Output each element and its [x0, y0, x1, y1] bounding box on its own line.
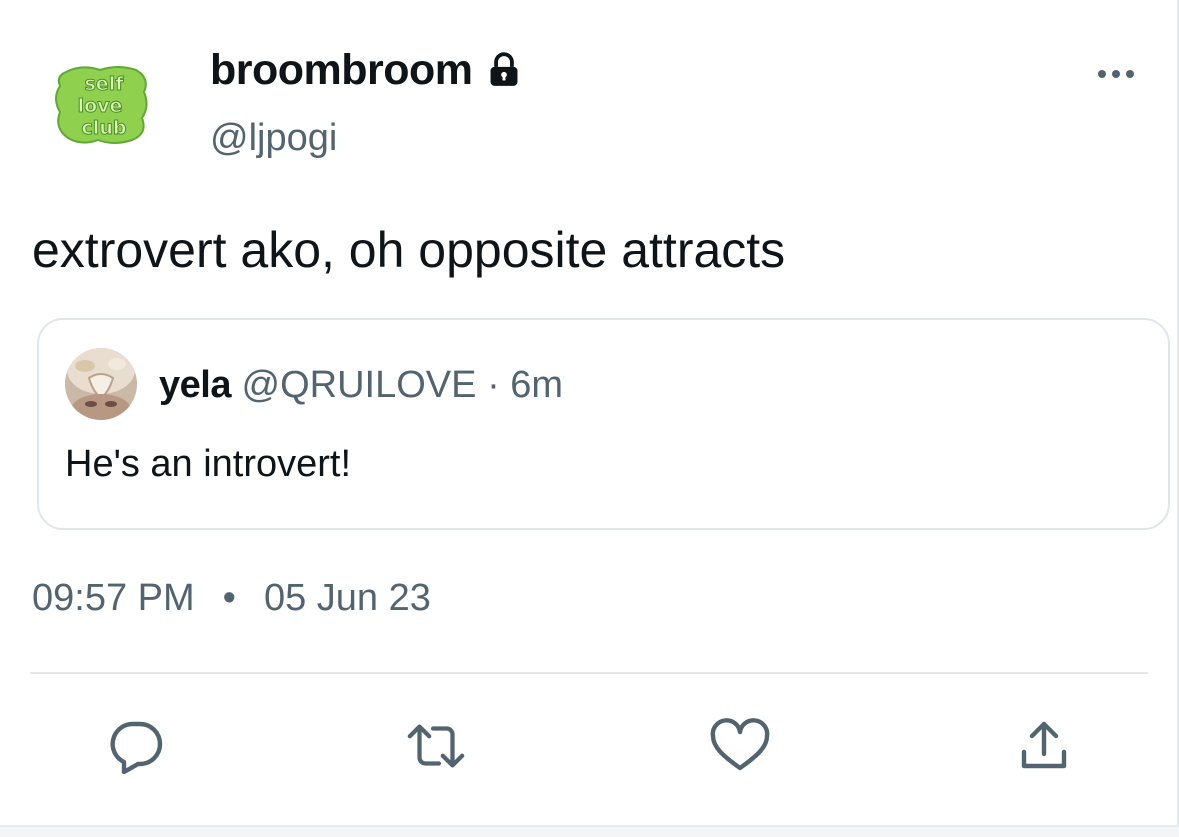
- like-icon: [710, 718, 770, 771]
- user-handle[interactable]: @ljpogi: [210, 114, 337, 162]
- like-button[interactable]: [708, 716, 772, 776]
- quoted-tweet-card[interactable]: yela @QRUILOVE · 6m He's an introvert!: [37, 318, 1170, 530]
- tweet-date: 05 Jun 23: [263, 577, 431, 619]
- quote-timestamp: 6m: [510, 364, 564, 406]
- reply-button[interactable]: [104, 716, 168, 776]
- lock-icon: [485, 51, 523, 89]
- self-love-club-logo: self love club: [55, 66, 148, 144]
- retweet-icon: [407, 724, 465, 768]
- divider: [30, 672, 1148, 674]
- quote-text: He's an introvert!: [65, 443, 352, 485]
- quote-header: yela @QRUILOVE · 6m: [159, 360, 563, 410]
- share-button[interactable]: [1012, 716, 1076, 776]
- tweet-text: extrovert ako, oh opposite attracts: [32, 222, 786, 278]
- bottom-edge-rule: [0, 825, 1179, 837]
- retweet-button[interactable]: [404, 716, 468, 776]
- timestamp-separator: •: [222, 577, 236, 619]
- profile-avatar[interactable]: self love club: [52, 62, 152, 146]
- svg-text:club: club: [82, 117, 127, 139]
- quote-avatar[interactable]: [65, 348, 137, 420]
- share-icon: [1021, 721, 1067, 769]
- display-name-text[interactable]: broombroom: [210, 44, 473, 96]
- quote-author-name[interactable]: yela: [159, 364, 231, 406]
- display-name[interactable]: broombroom: [210, 44, 523, 96]
- quote-separator: ·: [487, 364, 500, 406]
- svg-text:love: love: [78, 95, 123, 117]
- svg-text:self: self: [85, 73, 125, 95]
- more-icon: [1098, 70, 1134, 78]
- tweet-time: 09:57 PM: [32, 577, 195, 619]
- tweet-timestamp: 09:57 PM • 05 Jun 23: [32, 574, 431, 622]
- more-options-button[interactable]: [1094, 60, 1138, 88]
- reply-icon: [110, 721, 163, 774]
- quote-author-handle[interactable]: @QRUILOVE: [242, 364, 477, 406]
